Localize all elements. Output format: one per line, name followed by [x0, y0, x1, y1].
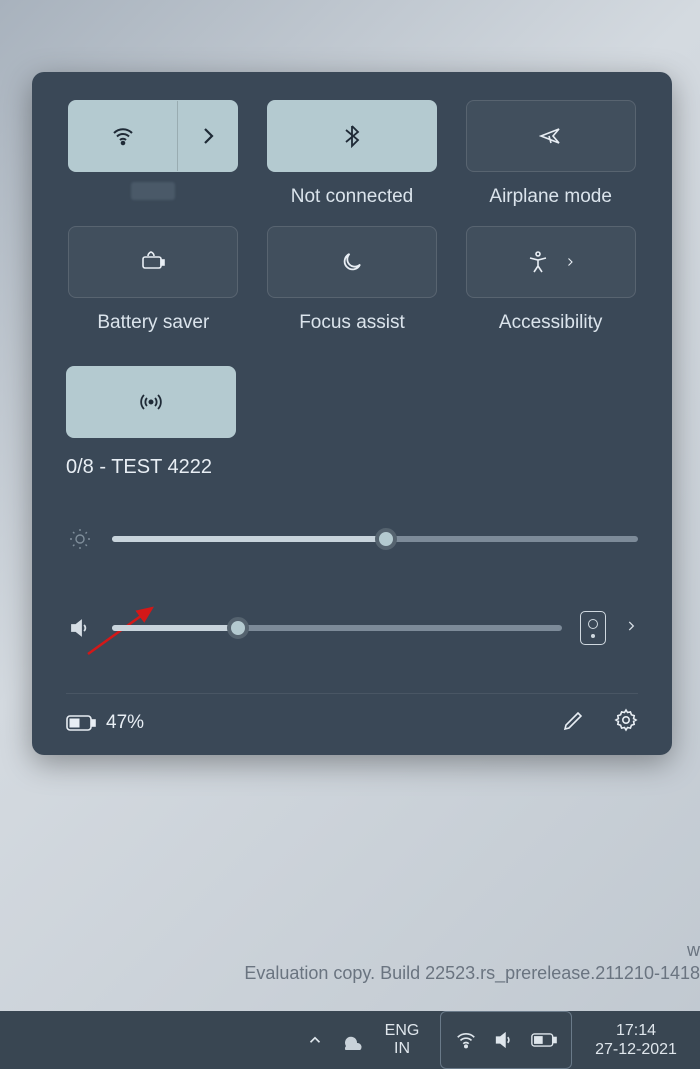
pencil-icon [562, 708, 586, 732]
brightness-row [66, 527, 638, 551]
battery-saver-cell: Battery saver [66, 226, 241, 338]
panel-footer: 47% [66, 693, 638, 737]
settings-button[interactable] [614, 708, 638, 737]
audio-output-button[interactable] [580, 611, 606, 645]
battery-saver-label: Battery saver [97, 312, 209, 338]
watermark-line2: Evaluation copy. Build 22523.rs_prerelea… [244, 963, 700, 984]
bluetooth-label: Not connected [291, 186, 414, 212]
battery-status[interactable]: 47% [66, 712, 144, 734]
audio-expand-button[interactable] [624, 615, 638, 642]
battery-saver-tile[interactable] [68, 226, 238, 298]
wifi-expand-button[interactable] [177, 101, 237, 171]
chevron-right-icon [196, 124, 220, 148]
watermark-line1: w [244, 940, 700, 961]
volume-icon[interactable] [66, 616, 94, 640]
time: 17:14 [616, 1021, 656, 1040]
hotspot-row: 0/8 - TEST 4222 [66, 366, 638, 479]
accessibility-tile[interactable] [466, 226, 636, 298]
battery-percent: 47% [106, 712, 144, 734]
volume-slider[interactable] [112, 625, 562, 631]
language-switcher[interactable]: ENG IN [378, 1011, 426, 1069]
edit-button[interactable] [562, 708, 586, 737]
weather-button[interactable] [338, 1011, 364, 1069]
bluetooth-tile[interactable] [267, 100, 437, 172]
airplane-cell: Airplane mode [463, 100, 638, 212]
footer-actions [562, 708, 638, 737]
focus-assist-cell: Focus assist [265, 226, 440, 338]
gear-icon [614, 708, 638, 732]
chevron-right-icon [564, 252, 576, 272]
airplane-icon [539, 124, 563, 148]
system-tray[interactable] [440, 1011, 572, 1069]
volume-row [66, 611, 638, 645]
bluetooth-cell: Not connected [265, 100, 440, 212]
taskbar: ENG IN 17:14 27-12-2021 [0, 1011, 700, 1069]
bluetooth-icon [340, 124, 364, 148]
wifi-tile[interactable] [68, 100, 238, 172]
quick-settings-panel: Not connected Airplane mode Battery save… [32, 72, 672, 755]
brightness-thumb[interactable] [375, 528, 397, 550]
chevron-right-icon [624, 615, 638, 637]
focus-assist-tile[interactable] [267, 226, 437, 298]
wifi-label-redacted [131, 182, 175, 200]
battery-icon [531, 1031, 557, 1049]
lang-bottom: IN [394, 1040, 410, 1058]
battery-icon [66, 713, 96, 733]
hotspot-icon [139, 390, 163, 414]
tray-overflow-button[interactable] [306, 1011, 324, 1069]
volume-thumb[interactable] [227, 617, 249, 639]
accessibility-label: Accessibility [499, 312, 602, 338]
accessibility-cell: Accessibility [463, 226, 638, 338]
hotspot-label: 0/8 - TEST 4222 [66, 456, 638, 479]
cloud-icon [338, 1030, 364, 1050]
brightness-icon [66, 527, 94, 551]
volume-icon [493, 1029, 515, 1051]
wifi-cell [66, 100, 241, 212]
watermark: w Evaluation copy. Build 22523.rs_prerel… [244, 940, 700, 984]
chevron-up-icon [306, 1031, 324, 1049]
accessibility-icon [526, 250, 550, 274]
wifi-icon [455, 1029, 477, 1051]
lang-top: ENG [385, 1022, 420, 1040]
brightness-slider[interactable] [112, 536, 638, 542]
clock[interactable]: 17:14 27-12-2021 [586, 1011, 686, 1069]
focus-assist-label: Focus assist [299, 312, 405, 338]
date: 27-12-2021 [595, 1040, 677, 1059]
airplane-tile[interactable] [466, 100, 636, 172]
battery-saver-icon [139, 248, 167, 276]
wifi-toggle[interactable] [69, 101, 177, 171]
wifi-icon [111, 124, 135, 148]
hotspot-tile[interactable] [66, 366, 236, 438]
airplane-label: Airplane mode [489, 186, 612, 212]
quick-settings-grid: Not connected Airplane mode Battery save… [66, 100, 638, 338]
moon-icon [340, 250, 364, 274]
